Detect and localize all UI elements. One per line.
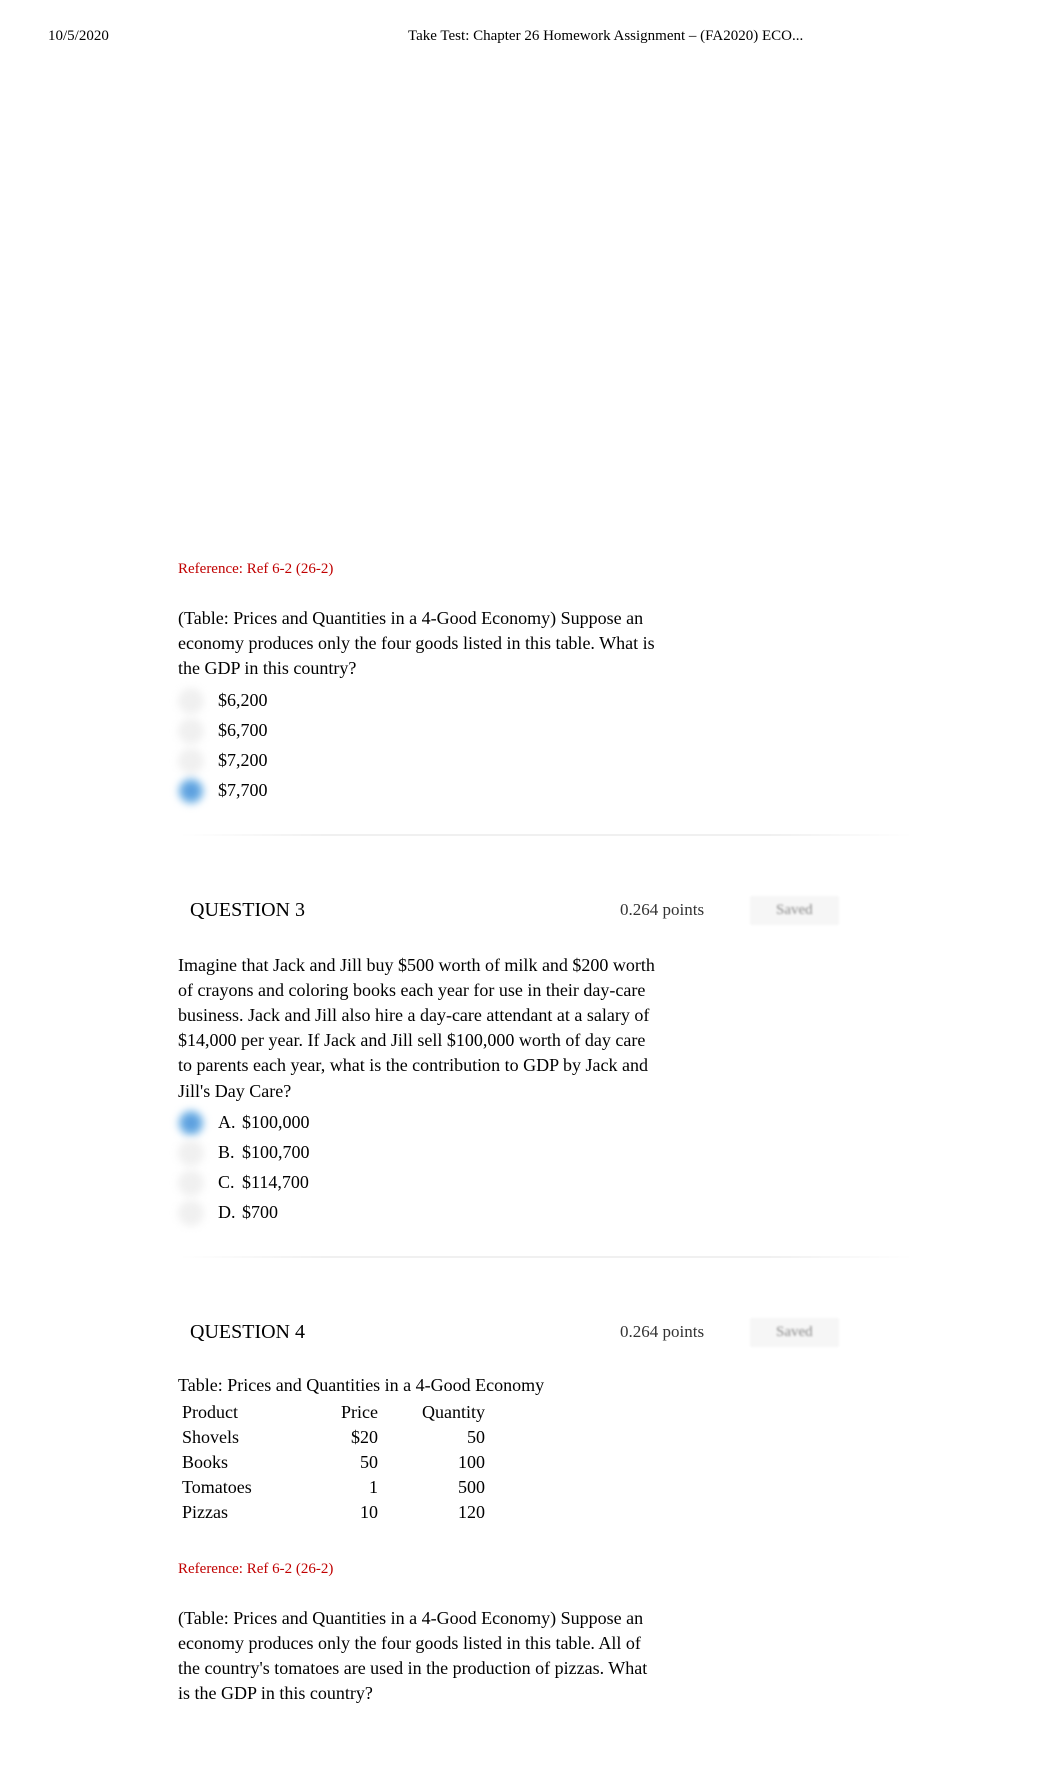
option-letter: A. — [218, 1112, 242, 1133]
option-label: $6,700 — [218, 720, 268, 741]
cell-qty: 50 — [418, 1425, 515, 1450]
option-a[interactable]: A. $100,000 — [178, 1110, 962, 1136]
page-header: 10/5/2020 Take Test: Chapter 26 Homework… — [0, 0, 1062, 55]
option-value: $100,000 — [242, 1112, 310, 1133]
radio-icon[interactable] — [178, 688, 204, 714]
option-value: $114,700 — [242, 1172, 309, 1193]
option-d[interactable]: $7,700 — [178, 778, 962, 804]
question-text: (Table: Prices and Quantities in a 4-Goo… — [178, 606, 658, 682]
th-product: Product — [178, 1400, 318, 1425]
table-header-row: Product Price Quantity — [178, 1400, 515, 1425]
question-2-partial: Reference: Ref 6-2 (26-2) (Table: Prices… — [130, 545, 962, 836]
economy-table: Product Price Quantity Shovels $20 50 Bo… — [178, 1400, 515, 1525]
saved-badge: Saved — [750, 896, 839, 925]
question-title: QUESTION 3 — [190, 899, 620, 922]
radio-icon[interactable] — [178, 1200, 204, 1226]
content: Reference: Ref 6-2 (26-2) (Table: Prices… — [0, 545, 1062, 1706]
reference-text: Reference: Ref 6-2 (26-2) — [178, 1561, 962, 1578]
th-quantity: Quantity — [418, 1400, 515, 1425]
option-a[interactable]: $6,200 — [178, 688, 962, 714]
cell-product: Pizzas — [178, 1500, 318, 1525]
option-letter: D. — [218, 1202, 242, 1223]
table-row: Books 50 100 — [178, 1450, 515, 1475]
option-c[interactable]: $7,200 — [178, 748, 962, 774]
radio-icon-selected[interactable] — [178, 1110, 204, 1136]
cell-product: Books — [178, 1450, 318, 1475]
cell-price: 1 — [318, 1475, 418, 1500]
table-row: Shovels $20 50 — [178, 1425, 515, 1450]
table-row: Tomatoes 1 500 — [178, 1475, 515, 1500]
header-title: Take Test: Chapter 26 Homework Assignmen… — [348, 28, 1014, 45]
saved-badge: Saved — [750, 1318, 839, 1347]
points-label: 0.264 points — [620, 1322, 750, 1342]
cell-price: $20 — [318, 1425, 418, 1450]
option-letter: B. — [218, 1142, 242, 1163]
options-list: A. $100,000 B. $100,700 C. $114,700 — [178, 1110, 962, 1226]
option-letter: C. — [218, 1172, 242, 1193]
option-c[interactable]: C. $114,700 — [178, 1170, 962, 1196]
question-title: QUESTION 4 — [190, 1321, 620, 1344]
question-text: Imagine that Jack and Jill buy $500 wort… — [178, 953, 658, 1104]
cell-qty: 120 — [418, 1500, 515, 1525]
radio-icon[interactable] — [178, 1140, 204, 1166]
table-title: Table: Prices and Quantities in a 4-Good… — [178, 1375, 962, 1396]
table-row: Pizzas 10 120 — [178, 1500, 515, 1525]
question-header: QUESTION 4 0.264 points Saved — [130, 1318, 962, 1347]
cell-qty: 100 — [418, 1450, 515, 1475]
divider — [178, 834, 914, 836]
divider — [178, 1256, 914, 1258]
option-label: $7,700 — [218, 780, 268, 801]
cell-product: Tomatoes — [178, 1475, 318, 1500]
spacer — [0, 55, 1062, 545]
cell-price: 10 — [318, 1500, 418, 1525]
question-4: QUESTION 4 0.264 points Saved Table: Pri… — [130, 1318, 962, 1707]
cell-qty: 500 — [418, 1475, 515, 1500]
option-b[interactable]: B. $100,700 — [178, 1140, 962, 1166]
option-d[interactable]: D. $700 — [178, 1200, 962, 1226]
options-list: $6,200 $6,700 $7,200 $7,700 — [178, 688, 962, 804]
option-label: $6,200 — [218, 690, 268, 711]
header-date: 10/5/2020 — [48, 28, 348, 45]
points-label: 0.264 points — [620, 900, 750, 920]
reference-text: Reference: Ref 6-2 (26-2) — [178, 561, 962, 578]
option-value: $700 — [242, 1202, 278, 1223]
question-3: QUESTION 3 0.264 points Saved Imagine th… — [130, 896, 962, 1258]
radio-icon-selected[interactable] — [178, 778, 204, 804]
cell-product: Shovels — [178, 1425, 318, 1450]
radio-icon[interactable] — [178, 1170, 204, 1196]
option-value: $100,700 — [242, 1142, 310, 1163]
question-header: QUESTION 3 0.264 points Saved — [130, 896, 962, 925]
cell-price: 50 — [318, 1450, 418, 1475]
option-b[interactable]: $6,700 — [178, 718, 962, 744]
radio-icon[interactable] — [178, 718, 204, 744]
th-price: Price — [318, 1400, 418, 1425]
option-label: $7,200 — [218, 750, 268, 771]
radio-icon[interactable] — [178, 748, 204, 774]
question-text: (Table: Prices and Quantities in a 4-Goo… — [178, 1606, 658, 1707]
